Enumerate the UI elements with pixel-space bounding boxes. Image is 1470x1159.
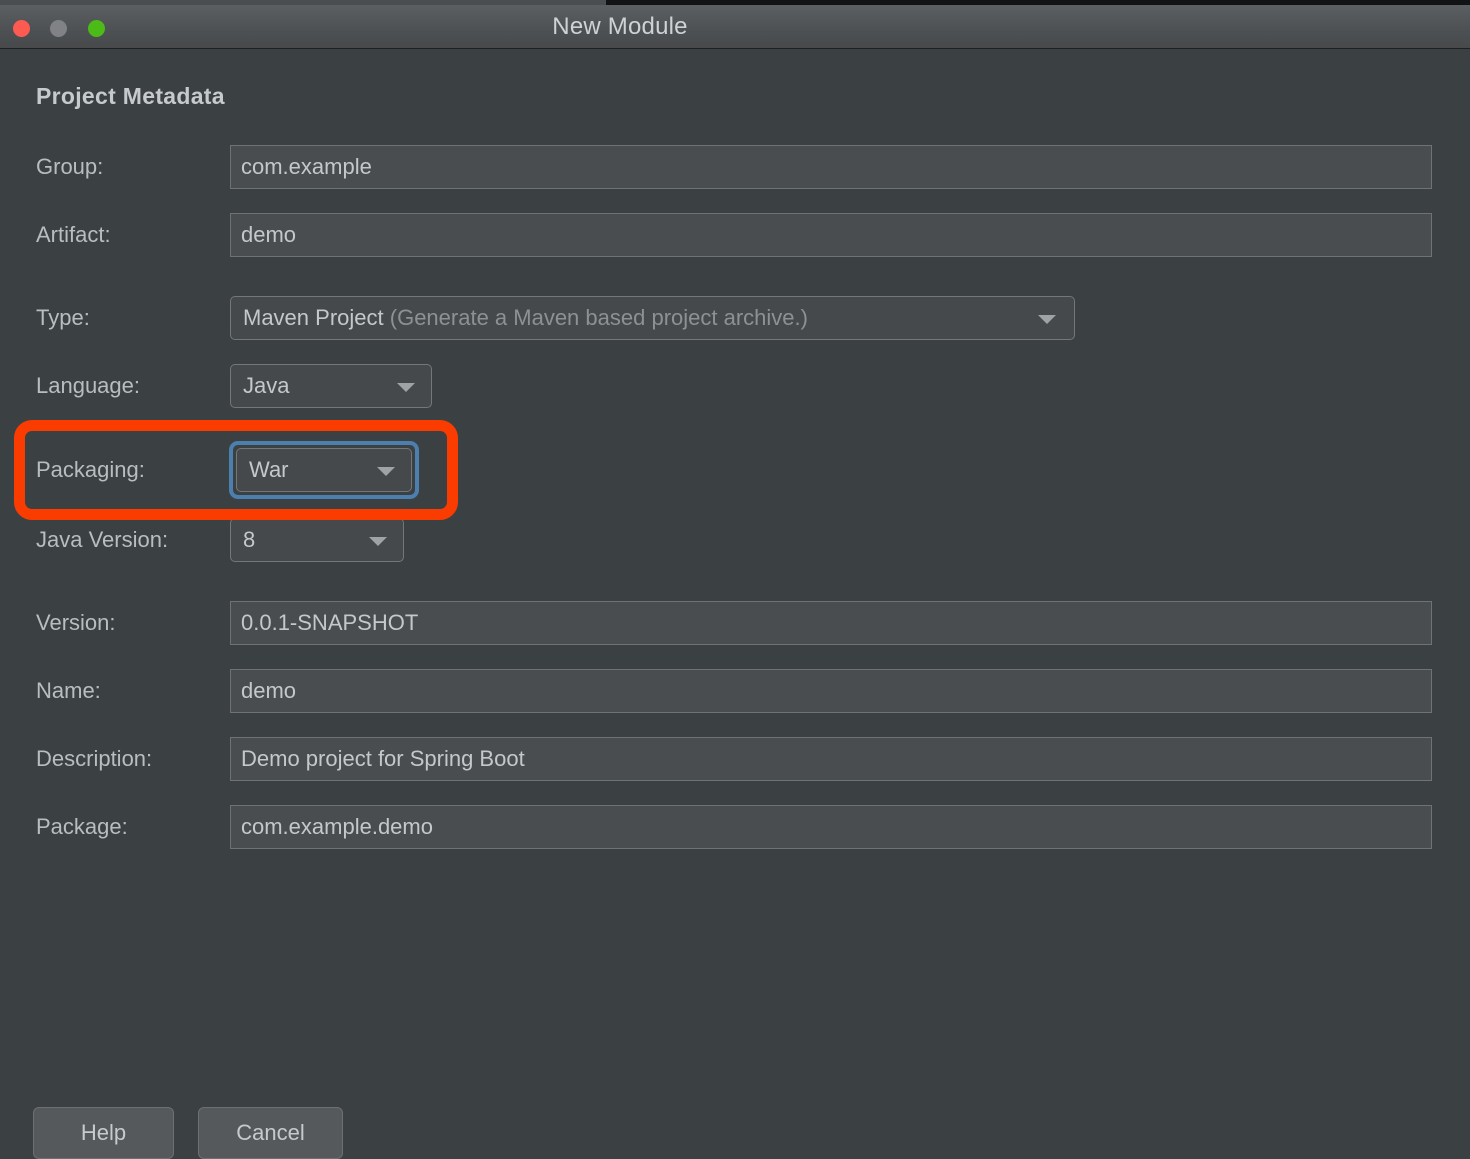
form-row-version: Version: 0.0.1-SNAPSHOT bbox=[0, 601, 1470, 645]
form-row-language: Language: Java bbox=[0, 364, 1470, 408]
type-label: Type: bbox=[36, 305, 90, 330]
name-label: Name: bbox=[36, 678, 101, 703]
chevron-down-icon bbox=[1038, 315, 1056, 324]
type-dropdown-hint: (Generate a Maven based project archive.… bbox=[389, 305, 808, 330]
version-label: Version: bbox=[36, 610, 116, 635]
form-row-artifact: Artifact: demo bbox=[0, 213, 1470, 257]
help-button[interactable]: Help bbox=[33, 1107, 174, 1159]
page-title: Project Metadata bbox=[36, 83, 225, 109]
version-input[interactable]: 0.0.1-SNAPSHOT bbox=[230, 601, 1432, 645]
window-title: New Module bbox=[552, 13, 688, 40]
artifact-label: Artifact: bbox=[36, 222, 111, 247]
new-module-dialog: Project Metadata Group: com.example Arti… bbox=[0, 50, 1470, 1159]
form-row-type: Type: Maven Project (Generate a Maven ba… bbox=[0, 296, 1470, 340]
description-label: Description: bbox=[36, 746, 153, 771]
form-row-packaging: Packaging: War bbox=[0, 441, 1470, 499]
language-dropdown-value: Java bbox=[243, 373, 290, 398]
type-dropdown-value: Maven Project bbox=[243, 305, 384, 330]
java-version-dropdown-value: 8 bbox=[243, 527, 256, 552]
type-dropdown[interactable]: Maven Project (Generate a Maven based pr… bbox=[230, 296, 1075, 340]
artifact-input[interactable]: demo bbox=[230, 213, 1432, 257]
form-row-name: Name: demo bbox=[0, 669, 1470, 713]
chevron-down-icon bbox=[377, 467, 395, 476]
java-version-dropdown[interactable]: 8 bbox=[230, 518, 404, 562]
form-row-package: Package: com.example.demo bbox=[0, 805, 1470, 849]
group-input[interactable]: com.example bbox=[230, 145, 1432, 189]
package-label: Package: bbox=[36, 814, 128, 839]
form-row-description: Description: Demo project for Spring Boo… bbox=[0, 737, 1470, 781]
packaging-label: Packaging: bbox=[36, 457, 145, 482]
form-row-group: Group: com.example bbox=[0, 145, 1470, 189]
chevron-down-icon bbox=[397, 383, 415, 392]
java-version-label: Java Version: bbox=[36, 527, 169, 552]
group-label: Group: bbox=[36, 154, 104, 179]
package-input[interactable]: com.example.demo bbox=[230, 805, 1432, 849]
cancel-button[interactable]: Cancel bbox=[198, 1107, 343, 1159]
name-input[interactable]: demo bbox=[230, 669, 1432, 713]
language-label: Language: bbox=[36, 373, 140, 398]
window-titlebar: New Module bbox=[0, 5, 1470, 49]
form-row-java-version: Java Version: 8 bbox=[0, 518, 1470, 562]
packaging-dropdown[interactable]: War bbox=[236, 448, 412, 492]
chevron-down-icon bbox=[369, 537, 387, 546]
packaging-dropdown-value: War bbox=[249, 457, 289, 482]
language-dropdown[interactable]: Java bbox=[230, 364, 432, 408]
description-input[interactable]: Demo project for Spring Boot bbox=[230, 737, 1432, 781]
